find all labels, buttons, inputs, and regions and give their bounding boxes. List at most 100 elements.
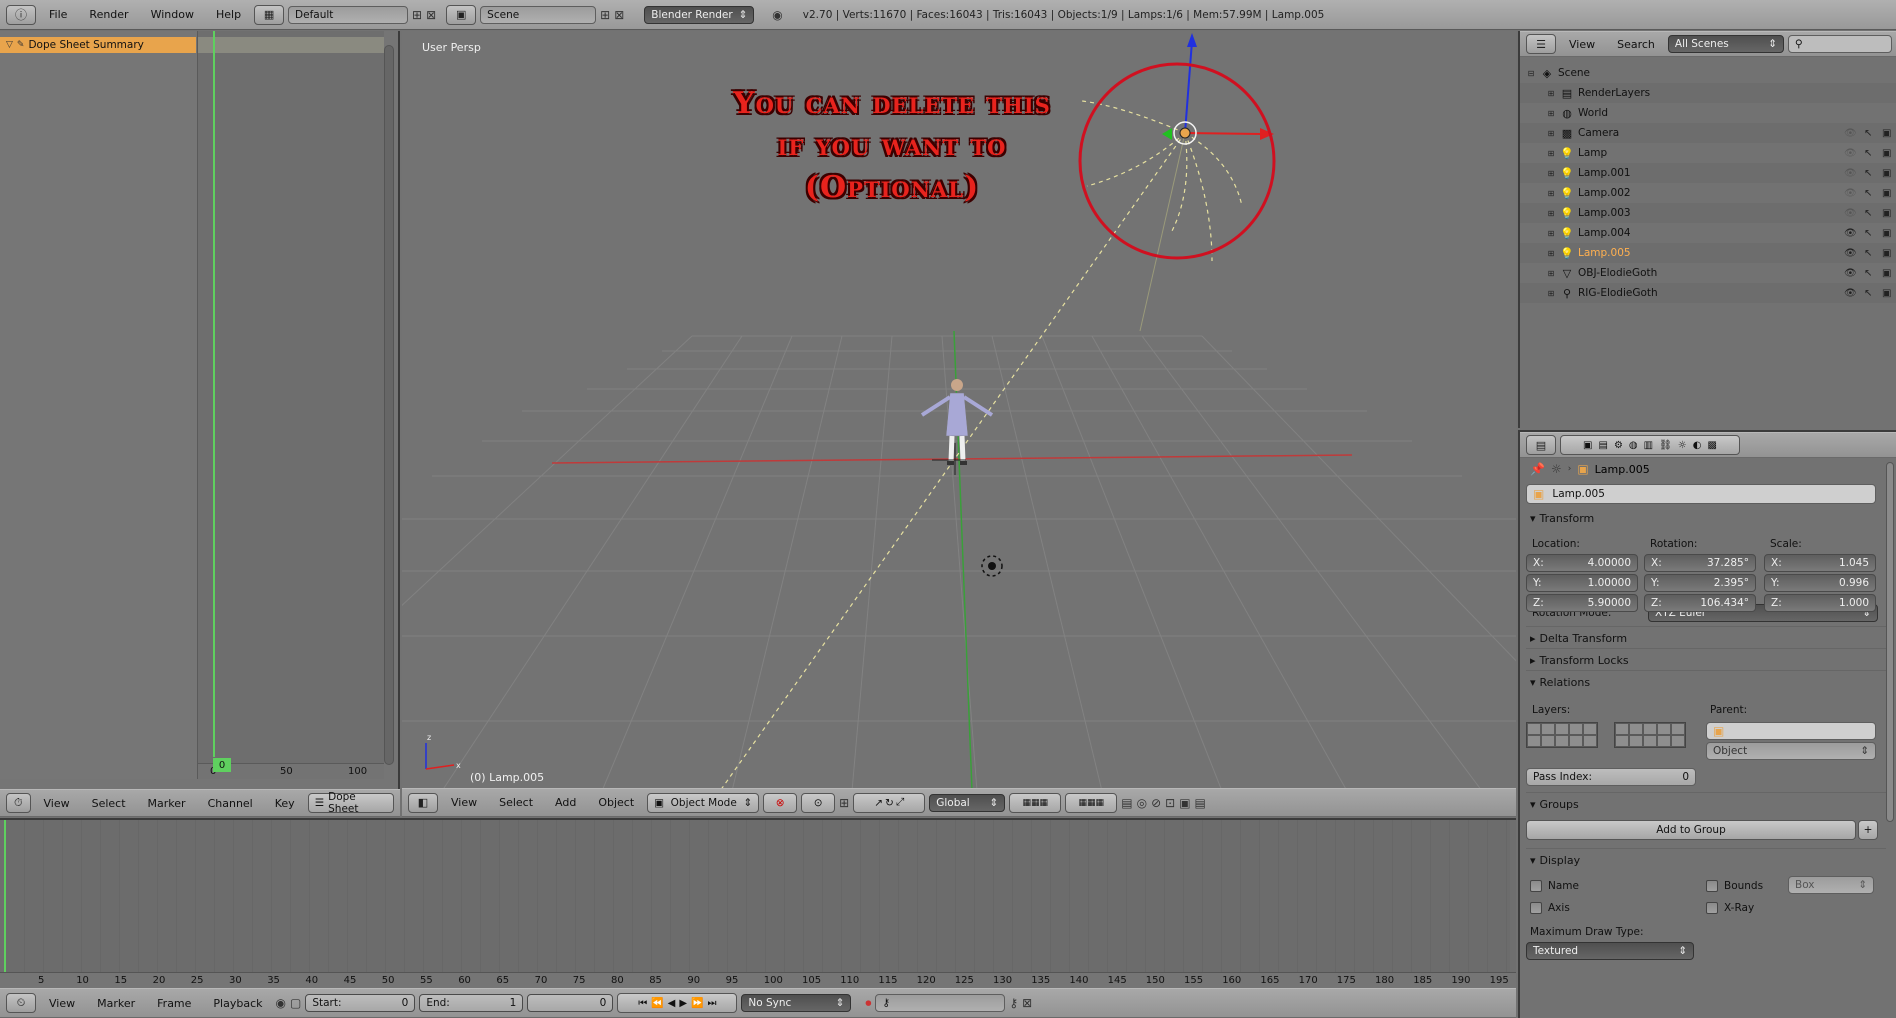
parent-field[interactable]: ▣ [1706,722,1876,740]
parent-type-select[interactable]: Object ⇕ [1706,742,1876,760]
visibility-eye-icon[interactable]: 👁 [1844,288,1857,299]
vp-menu-view[interactable]: View [442,796,486,809]
context-tabs[interactable]: ▣ ▤ ⚙ ◍ ▥ ⛓ ☼ ◐ ▩ [1560,435,1740,455]
timeline-editor-type-button[interactable]: ⏲ [6,993,36,1013]
relations-panel-header[interactable]: ▾ Relations [1530,676,1590,689]
transform-panel-header[interactable]: ▾ Transform [1530,512,1594,525]
bounds-type-select[interactable]: Box ⇕ [1788,876,1874,894]
renderable-camera-icon[interactable]: ▣ [1882,188,1891,199]
outliner-item[interactable]: ⊞ ▩ Camera 👁 ↖ ▣ [1520,123,1896,143]
location-x-field[interactable]: X: 4.00000 [1526,554,1638,572]
sync-mode-select[interactable]: No Sync ⇕ [741,994,852,1012]
delta-transform-panel-header[interactable]: ▸ Delta Transform [1530,632,1627,645]
renderable-camera-icon[interactable]: ▣ [1882,128,1891,139]
transform-orientation-select[interactable]: Global ⇕ [929,793,1006,812]
dope-menu-channel[interactable]: Channel [199,797,262,810]
display-mode-select[interactable]: All Scenes ⇕ [1667,35,1784,53]
rotation-x-field[interactable]: X: 37.285° [1644,554,1756,572]
vp-menu-object[interactable]: Object [589,796,643,809]
expand-icon[interactable]: ⊞ [1546,168,1556,178]
remove-screen-icon[interactable]: ⊠ [426,8,436,22]
z-gizmo-arrow-icon[interactable] [1187,33,1197,47]
visibility-eye-icon[interactable]: 👁 [1844,228,1857,239]
snap-icon[interactable]: ⊘ [1151,796,1161,810]
jump-start-icon[interactable]: ⏮ [638,998,647,1009]
layers-2-grid[interactable]: ▦▦▦ [1065,792,1118,813]
expand-icon[interactable]: ⊞ [1546,128,1556,138]
visibility-eye-icon[interactable]: 👁 [1844,268,1857,279]
lamp-origin-dot[interactable] [1179,127,1191,139]
expand-down-icon[interactable]: ▽ [6,40,13,50]
manipulator-buttons[interactable]: ↗ ↻ ⤢ [853,792,926,813]
location-y-field[interactable]: Y: 1.00000 [1526,574,1638,592]
renderlayer-tab-icon[interactable]: ▤ [1598,440,1607,451]
interaction-mode-select[interactable]: ▣ Object Mode ⇕ [647,792,760,813]
properties-scrollbar[interactable] [1886,462,1894,822]
object-layers-grid-1[interactable] [1526,722,1598,748]
visibility-eye-icon[interactable]: 👁 [1844,208,1857,219]
dope-menu-key[interactable]: Key [266,797,304,810]
expand-icon[interactable]: ⊞ [1546,148,1556,158]
remove-scene-icon[interactable]: ⊠ [614,8,624,22]
tl-menu-view[interactable]: View [40,997,84,1010]
max-draw-type-select[interactable]: Textured ⇕ [1526,942,1694,960]
visibility-eye-icon[interactable]: 👁 [1844,248,1857,259]
add-to-group-button[interactable]: Add to Group [1526,820,1856,840]
selectable-cursor-icon[interactable]: ↖ [1864,128,1872,139]
expand-icon[interactable]: ⊞ [1546,88,1556,98]
pin-icon[interactable]: 📌 [1530,462,1545,476]
expand-icon[interactable]: ⊞ [1546,208,1556,218]
outliner-menu-search[interactable]: Search [1608,38,1664,51]
outliner-item[interactable]: ⊞ 💡 Lamp.002 👁 ↖ ▣ [1520,183,1896,203]
expand-icon[interactable]: ⊞ [1546,228,1556,238]
expand-icon[interactable]: ⊞ [1546,288,1556,298]
timeline-current-frame-line[interactable] [4,820,6,972]
outliner-menu-view[interactable]: View [1560,38,1604,51]
world-tab-icon[interactable]: ◍ [1629,440,1638,451]
add-screen-icon[interactable]: ⊞ [412,8,422,22]
material-tab-icon[interactable]: ◐ [1693,440,1702,451]
dope-scrollbar[interactable] [384,45,394,765]
end-frame-field[interactable]: End: 1 [419,994,524,1012]
outliner-item[interactable]: ⊞ 💡 Lamp 👁 ↖ ▣ [1520,143,1896,163]
renderable-camera-icon[interactable]: ▣ [1882,288,1891,299]
visibility-eye-icon[interactable]: 👁 [1844,128,1857,139]
renderable-camera-icon[interactable]: ▣ [1882,228,1891,239]
outliner-item[interactable]: ⊞ 💡 Lamp.004 👁 ↖ ▣ [1520,223,1896,243]
texture-tab-icon[interactable]: ▩ [1708,440,1717,451]
object-name-field[interactable]: ▣ Lamp.005 [1526,484,1876,504]
visibility-eye-icon[interactable]: 👁 [1844,188,1857,199]
outliner-search-input[interactable]: ⚲ [1787,35,1892,53]
dope-channel-list[interactable]: ▽ ✎ Dope Sheet Summary [0,31,198,779]
transform-locks-panel-header[interactable]: ▸ Transform Locks [1530,654,1629,667]
prev-key-icon[interactable]: ⏪ [651,998,663,1009]
keying-set-field[interactable]: ⚷ [875,994,1006,1012]
outliner-item[interactable]: ⊞ ◍ World [1520,103,1896,123]
expand-icon[interactable]: ⊞ [1546,188,1556,198]
outliner-item[interactable]: ⊞ ▤ RenderLayers [1520,83,1896,103]
show-bounds-checkbox[interactable] [1706,880,1718,892]
selectable-cursor-icon[interactable]: ↖ [1864,208,1872,219]
vp-menu-add[interactable]: Add [546,796,585,809]
tl-menu-frame[interactable]: Frame [148,997,200,1010]
expand-icon[interactable]: ⊞ [1546,268,1556,278]
renderable-camera-icon[interactable]: ▣ [1882,268,1891,279]
display-panel-header[interactable]: ▾ Display [1530,854,1580,867]
xray-checkbox[interactable] [1706,902,1718,914]
current-frame-line[interactable] [213,31,215,757]
renderable-camera-icon[interactable]: ▣ [1882,148,1891,159]
viewport-shading-select[interactable]: ⊗ [763,792,798,813]
location-z-field[interactable]: Z: 5.90000 [1526,594,1638,612]
tl-menu-marker[interactable]: Marker [88,997,144,1010]
dope-menu-view[interactable]: View [35,797,79,810]
start-frame-field[interactable]: Start: 0 [305,994,416,1012]
lock-camera-icon[interactable]: ▤ [1121,796,1132,810]
translate-icon[interactable]: ↗ [874,797,883,809]
play-reverse-icon[interactable]: ◀ [668,998,676,1009]
selectable-cursor-icon[interactable]: ↖ [1864,168,1872,179]
dope-menu-marker[interactable]: Marker [139,797,195,810]
dope-menu-select[interactable]: Select [83,797,135,810]
scene-field[interactable]: Scene [480,5,597,24]
delete-keyframe-icon[interactable]: ⊠ [1022,996,1032,1010]
tl-menu-playback[interactable]: Playback [204,997,271,1010]
